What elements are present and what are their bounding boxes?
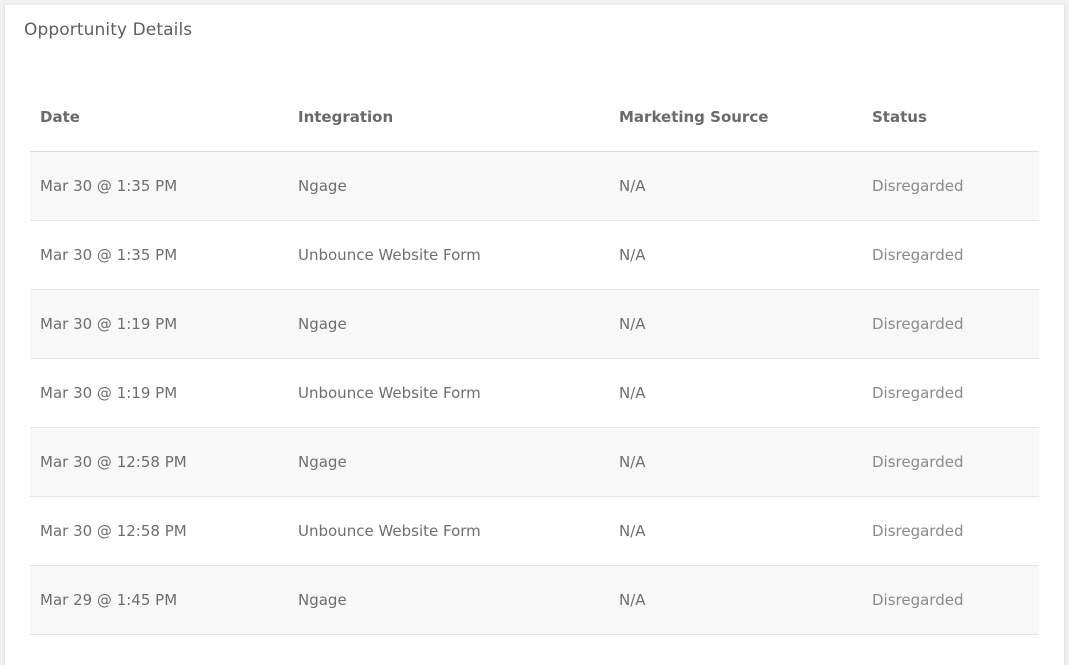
table-row[interactable]: Mar 30 @ 1:35 PM Ngage N/A Disregarded bbox=[30, 151, 1039, 221]
cell-integration: Ngage bbox=[288, 151, 609, 221]
opportunity-details-card: Opportunity Details Date Integration Mar… bbox=[5, 5, 1064, 665]
cell-status: Disregarded bbox=[862, 427, 1039, 497]
cell-marketing-source: N/A bbox=[609, 427, 862, 497]
table-row[interactable]: Mar 30 @ 1:35 PM Unbounce Website Form N… bbox=[30, 220, 1039, 290]
table-row[interactable]: Mar 30 @ 12:58 PM Unbounce Website Form … bbox=[30, 496, 1039, 566]
cell-marketing-source: N/A bbox=[609, 220, 862, 290]
card-title: Opportunity Details bbox=[24, 20, 193, 40]
cell-status: Disregarded bbox=[862, 289, 1039, 359]
cell-marketing-source: N/A bbox=[609, 358, 862, 428]
cell-integration: Ngage bbox=[288, 427, 609, 497]
column-header-date[interactable]: Date bbox=[30, 83, 288, 152]
cell-integration: Unbounce Website Form bbox=[288, 358, 609, 428]
table-row[interactable]: Mar 30 @ 12:58 PM Ngage N/A Disregarded bbox=[30, 427, 1039, 497]
table-row[interactable]: Mar 29 @ 1:45 PM Ngage N/A Disregarded bbox=[30, 565, 1039, 635]
cell-date: Mar 30 @ 12:58 PM bbox=[30, 496, 288, 566]
cell-status: Disregarded bbox=[862, 151, 1039, 221]
cell-marketing-source: N/A bbox=[609, 496, 862, 566]
cell-status: Disregarded bbox=[862, 220, 1039, 290]
cell-date: Mar 29 @ 1:45 PM bbox=[30, 565, 288, 635]
cell-marketing-source: N/A bbox=[609, 565, 862, 635]
cell-marketing-source: N/A bbox=[609, 151, 862, 221]
cell-integration: Ngage bbox=[288, 289, 609, 359]
table-header-row: Date Integration Marketing Source Status bbox=[30, 83, 1039, 152]
cell-integration: Ngage bbox=[288, 565, 609, 635]
table-row[interactable]: Mar 30 @ 1:19 PM Unbounce Website Form N… bbox=[30, 358, 1039, 428]
cell-date: Mar 30 @ 12:58 PM bbox=[30, 427, 288, 497]
cell-date: Mar 30 @ 1:19 PM bbox=[30, 358, 288, 428]
cell-status: Disregarded bbox=[862, 496, 1039, 566]
opportunity-table: Date Integration Marketing Source Status… bbox=[30, 83, 1039, 635]
column-header-integration[interactable]: Integration bbox=[288, 83, 609, 152]
cell-integration: Unbounce Website Form bbox=[288, 220, 609, 290]
cell-date: Mar 30 @ 1:19 PM bbox=[30, 289, 288, 359]
table-row[interactable]: Mar 30 @ 1:19 PM Ngage N/A Disregarded bbox=[30, 289, 1039, 359]
cell-status: Disregarded bbox=[862, 358, 1039, 428]
column-header-status[interactable]: Status bbox=[862, 83, 1039, 152]
cell-integration: Unbounce Website Form bbox=[288, 496, 609, 566]
cell-date: Mar 30 @ 1:35 PM bbox=[30, 220, 288, 290]
cell-marketing-source: N/A bbox=[609, 289, 862, 359]
cell-status: Disregarded bbox=[862, 565, 1039, 635]
column-header-marketing-source[interactable]: Marketing Source bbox=[609, 83, 862, 152]
cell-date: Mar 30 @ 1:35 PM bbox=[30, 151, 288, 221]
